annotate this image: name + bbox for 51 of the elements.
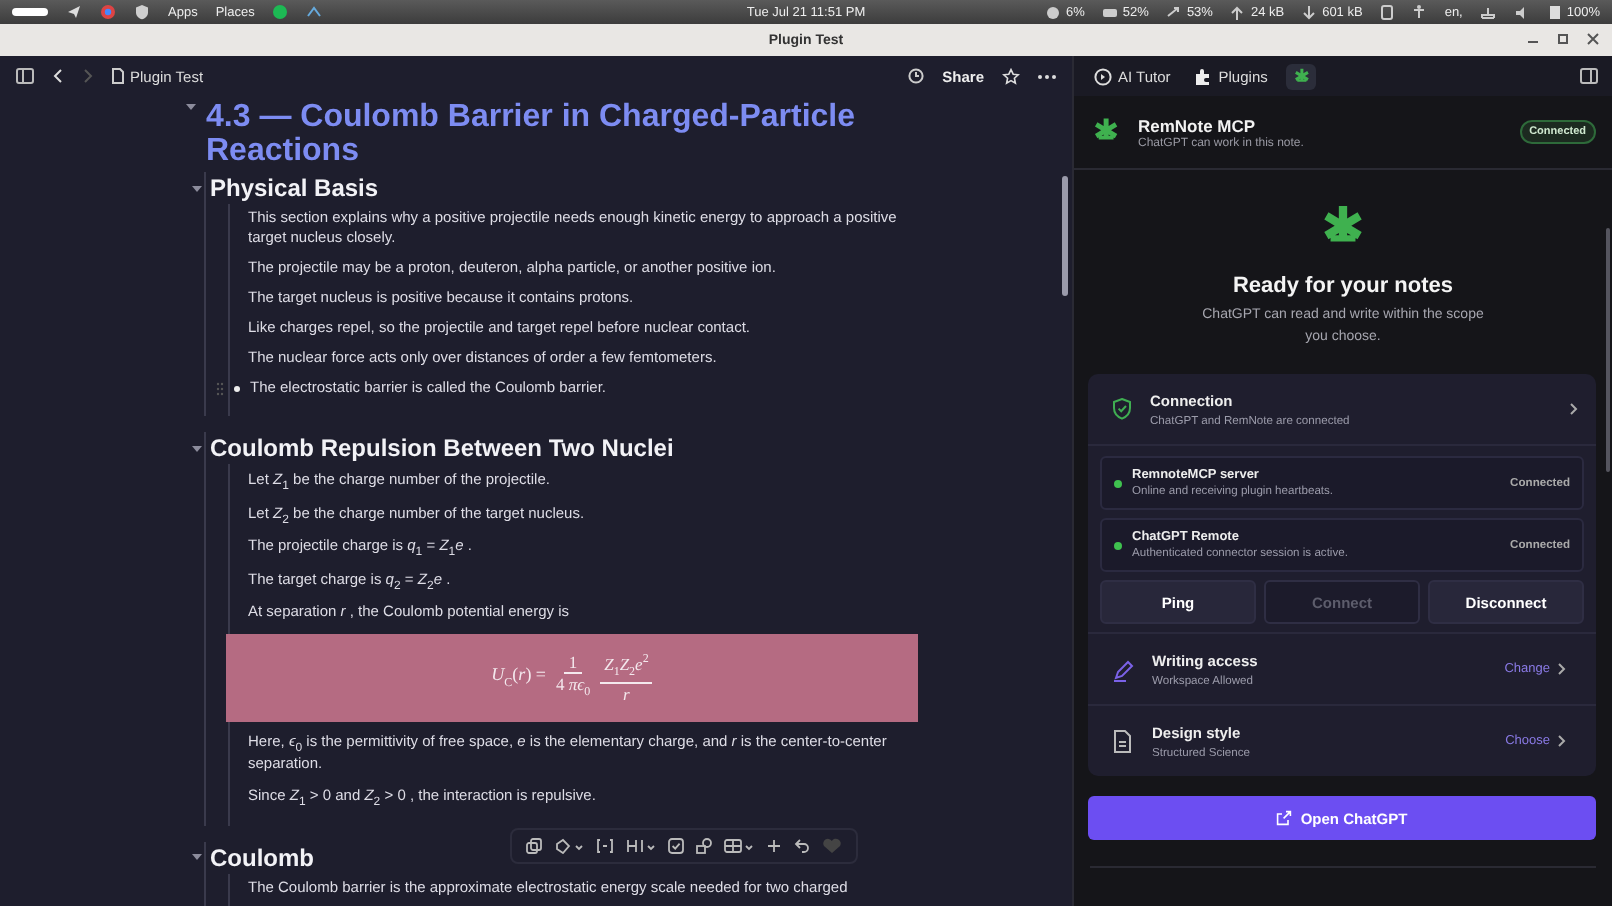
- scrollbar[interactable]: [1062, 176, 1068, 296]
- external-link-icon: [1276, 810, 1293, 826]
- section-heading: Coulomb: [210, 841, 314, 873]
- formula-block: U$_{C}$(r) = 1 4 πϵ$_{0}$ Z$_{1}$Z$_{2}$e$^{2}$ r: [226, 633, 918, 721]
- document-title: 4.3 — Coulomb Barrier in Charged-Particle Reactions: [206, 100, 858, 168]
- shield-icon[interactable]: [134, 4, 150, 20]
- swap-icon: [1166, 5, 1183, 19]
- brackets-icon[interactable]: [596, 837, 614, 853]
- activities-pill[interactable]: [12, 8, 48, 16]
- clock-icon[interactable]: [908, 68, 925, 84]
- document-icon: [1112, 729, 1134, 753]
- maximize-icon[interactable]: [1556, 32, 1570, 46]
- checkbox-icon[interactable]: [668, 837, 684, 853]
- more-icon[interactable]: [1038, 73, 1056, 79]
- undo-icon[interactable]: [794, 837, 810, 853]
- asterisk-logo-icon: [1291, 67, 1310, 85]
- puzzle-icon: [1194, 67, 1213, 85]
- sidebar-toggle-icon[interactable]: [1580, 68, 1598, 84]
- collapse-caret-icon[interactable]: [184, 100, 198, 114]
- shapes-icon[interactable]: [696, 837, 712, 853]
- copy-icon[interactable]: [526, 837, 542, 853]
- clipboard-icon[interactable]: [1380, 4, 1395, 20]
- pen-icon: [1112, 657, 1134, 681]
- download-icon: [1302, 5, 1319, 19]
- table-icon[interactable]: [724, 837, 754, 853]
- section-heading: Coulomb Repulsion Between Two Nuclei: [210, 432, 674, 464]
- collapse-caret-icon[interactable]: [190, 181, 204, 195]
- chevron-right-icon: [1556, 662, 1566, 676]
- plugin-tab[interactable]: [1285, 63, 1316, 89]
- scrollbar[interactable]: [1606, 228, 1610, 472]
- document-icon: [112, 68, 124, 84]
- bullet-dot: [234, 385, 240, 391]
- heading-icon[interactable]: [626, 837, 656, 853]
- plugin-name: RemNote MCP: [1138, 115, 1258, 135]
- play-circle-icon: [1094, 67, 1112, 85]
- hero-title: Ready for your notes: [1232, 274, 1454, 298]
- close-icon[interactable]: [1586, 32, 1600, 46]
- battery-icon: [1548, 4, 1563, 20]
- sidebar-toggle-icon[interactable]: [16, 68, 34, 84]
- chevron-right-icon: [1556, 734, 1566, 748]
- section-heading: Physical Basis: [210, 172, 379, 204]
- chevron-right-icon: [1568, 402, 1578, 416]
- back-icon[interactable]: [52, 68, 64, 84]
- star-icon[interactable]: [1002, 67, 1020, 85]
- shield-check-icon: [1112, 398, 1132, 420]
- upload-icon: [1230, 5, 1247, 19]
- accessibility-icon[interactable]: [1412, 4, 1427, 20]
- send-icon[interactable]: [66, 4, 82, 20]
- collapse-caret-icon[interactable]: [190, 850, 204, 864]
- plus-icon[interactable]: [766, 837, 782, 853]
- collapse-caret-icon[interactable]: [190, 441, 204, 455]
